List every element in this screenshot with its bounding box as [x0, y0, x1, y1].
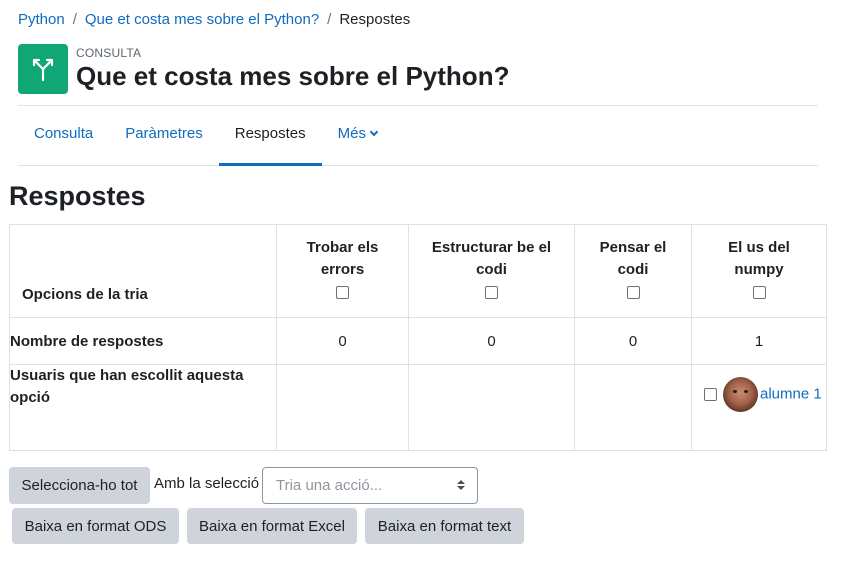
tab-mes-dropdown[interactable]: Més	[322, 106, 393, 166]
table-header-row: Opcions de la tria Trobar els errors Est…	[9, 224, 827, 318]
action-select[interactable]: Tria una acció...	[262, 467, 478, 504]
table-row: Nombre de respostes 0 0 0 1	[9, 317, 827, 365]
breadcrumb-link-course[interactable]: Python	[18, 11, 65, 28]
option-name: Trobar els errors	[306, 239, 379, 278]
response-count: 0	[574, 317, 692, 365]
action-select-placeholder: Tria una acció...	[276, 477, 383, 494]
option-header: Pensar el codi	[574, 224, 692, 318]
breadcrumb-separator: /	[72, 11, 77, 28]
select-option-checkbox[interactable]	[485, 285, 498, 299]
download-excel-button[interactable]: Baixa en format Excel	[187, 508, 357, 544]
option-name: Estructurar be el codi	[431, 239, 552, 278]
tab-consulta[interactable]: Consulta	[18, 106, 109, 166]
secondary-navigation: Consulta Paràmetres Respostes Més	[18, 106, 818, 166]
results-table: Opcions de la tria Trobar els errors Est…	[9, 224, 827, 451]
select-option-checkbox[interactable]	[336, 285, 349, 299]
select-all-button[interactable]: Selecciona-ho tot	[9, 467, 150, 504]
tab-parametres[interactable]: Paràmetres	[109, 106, 219, 166]
count-row-label: Nombre de respostes	[9, 317, 277, 365]
users-cell	[574, 364, 692, 451]
breadcrumb-link-activity[interactable]: Que et costa mes sobre el Python?	[85, 11, 319, 28]
select-arrows-icon	[457, 480, 465, 490]
options-row-label: Opcions de la tria	[9, 224, 277, 318]
option-header: Trobar els errors	[276, 224, 409, 318]
user-link[interactable]: alumne 1	[760, 385, 822, 402]
response-count: 0	[276, 317, 409, 365]
download-text-button[interactable]: Baixa en format text	[365, 508, 524, 544]
activity-type-label: CONSULTA	[76, 46, 142, 60]
option-name: El us del numpy	[728, 239, 790, 278]
users-cell	[276, 364, 409, 451]
breadcrumb: Python / Que et costa mes sobre el Python?…	[18, 11, 410, 28]
with-selection-label: Amb la selecció	[154, 475, 260, 492]
response-count: 1	[691, 317, 827, 365]
users-cell	[408, 364, 575, 451]
download-ods-button[interactable]: Baixa en format ODS	[12, 508, 179, 544]
table-row: Usuaris que han escollit aquesta opció a…	[9, 364, 827, 451]
tab-respostes[interactable]: Respostes	[218, 106, 322, 166]
users-cell: alumne 1	[691, 364, 827, 451]
select-user-checkbox[interactable]	[704, 388, 717, 401]
page-title: Que et costa mes sobre el Python?	[76, 61, 510, 91]
breadcrumb-current: Respostes	[339, 11, 411, 28]
user-entry: alumne 1	[692, 365, 826, 412]
users-row-label: Usuaris que han escollit aquesta opció	[9, 364, 277, 451]
chevron-down-icon	[369, 127, 379, 137]
response-count: 0	[408, 317, 575, 365]
avatar	[723, 377, 758, 412]
option-header: Estructurar be el codi	[408, 224, 575, 318]
breadcrumb-separator: /	[327, 11, 332, 28]
choice-icon	[18, 44, 68, 94]
option-name: Pensar el codi	[599, 239, 667, 278]
section-title: Respostes	[9, 181, 146, 211]
select-option-checkbox[interactable]	[752, 285, 766, 299]
select-option-checkbox[interactable]	[626, 285, 640, 299]
page-header: CONSULTA Que et costa mes sobre el Pytho…	[18, 44, 509, 94]
option-header: El us del numpy	[691, 224, 827, 318]
